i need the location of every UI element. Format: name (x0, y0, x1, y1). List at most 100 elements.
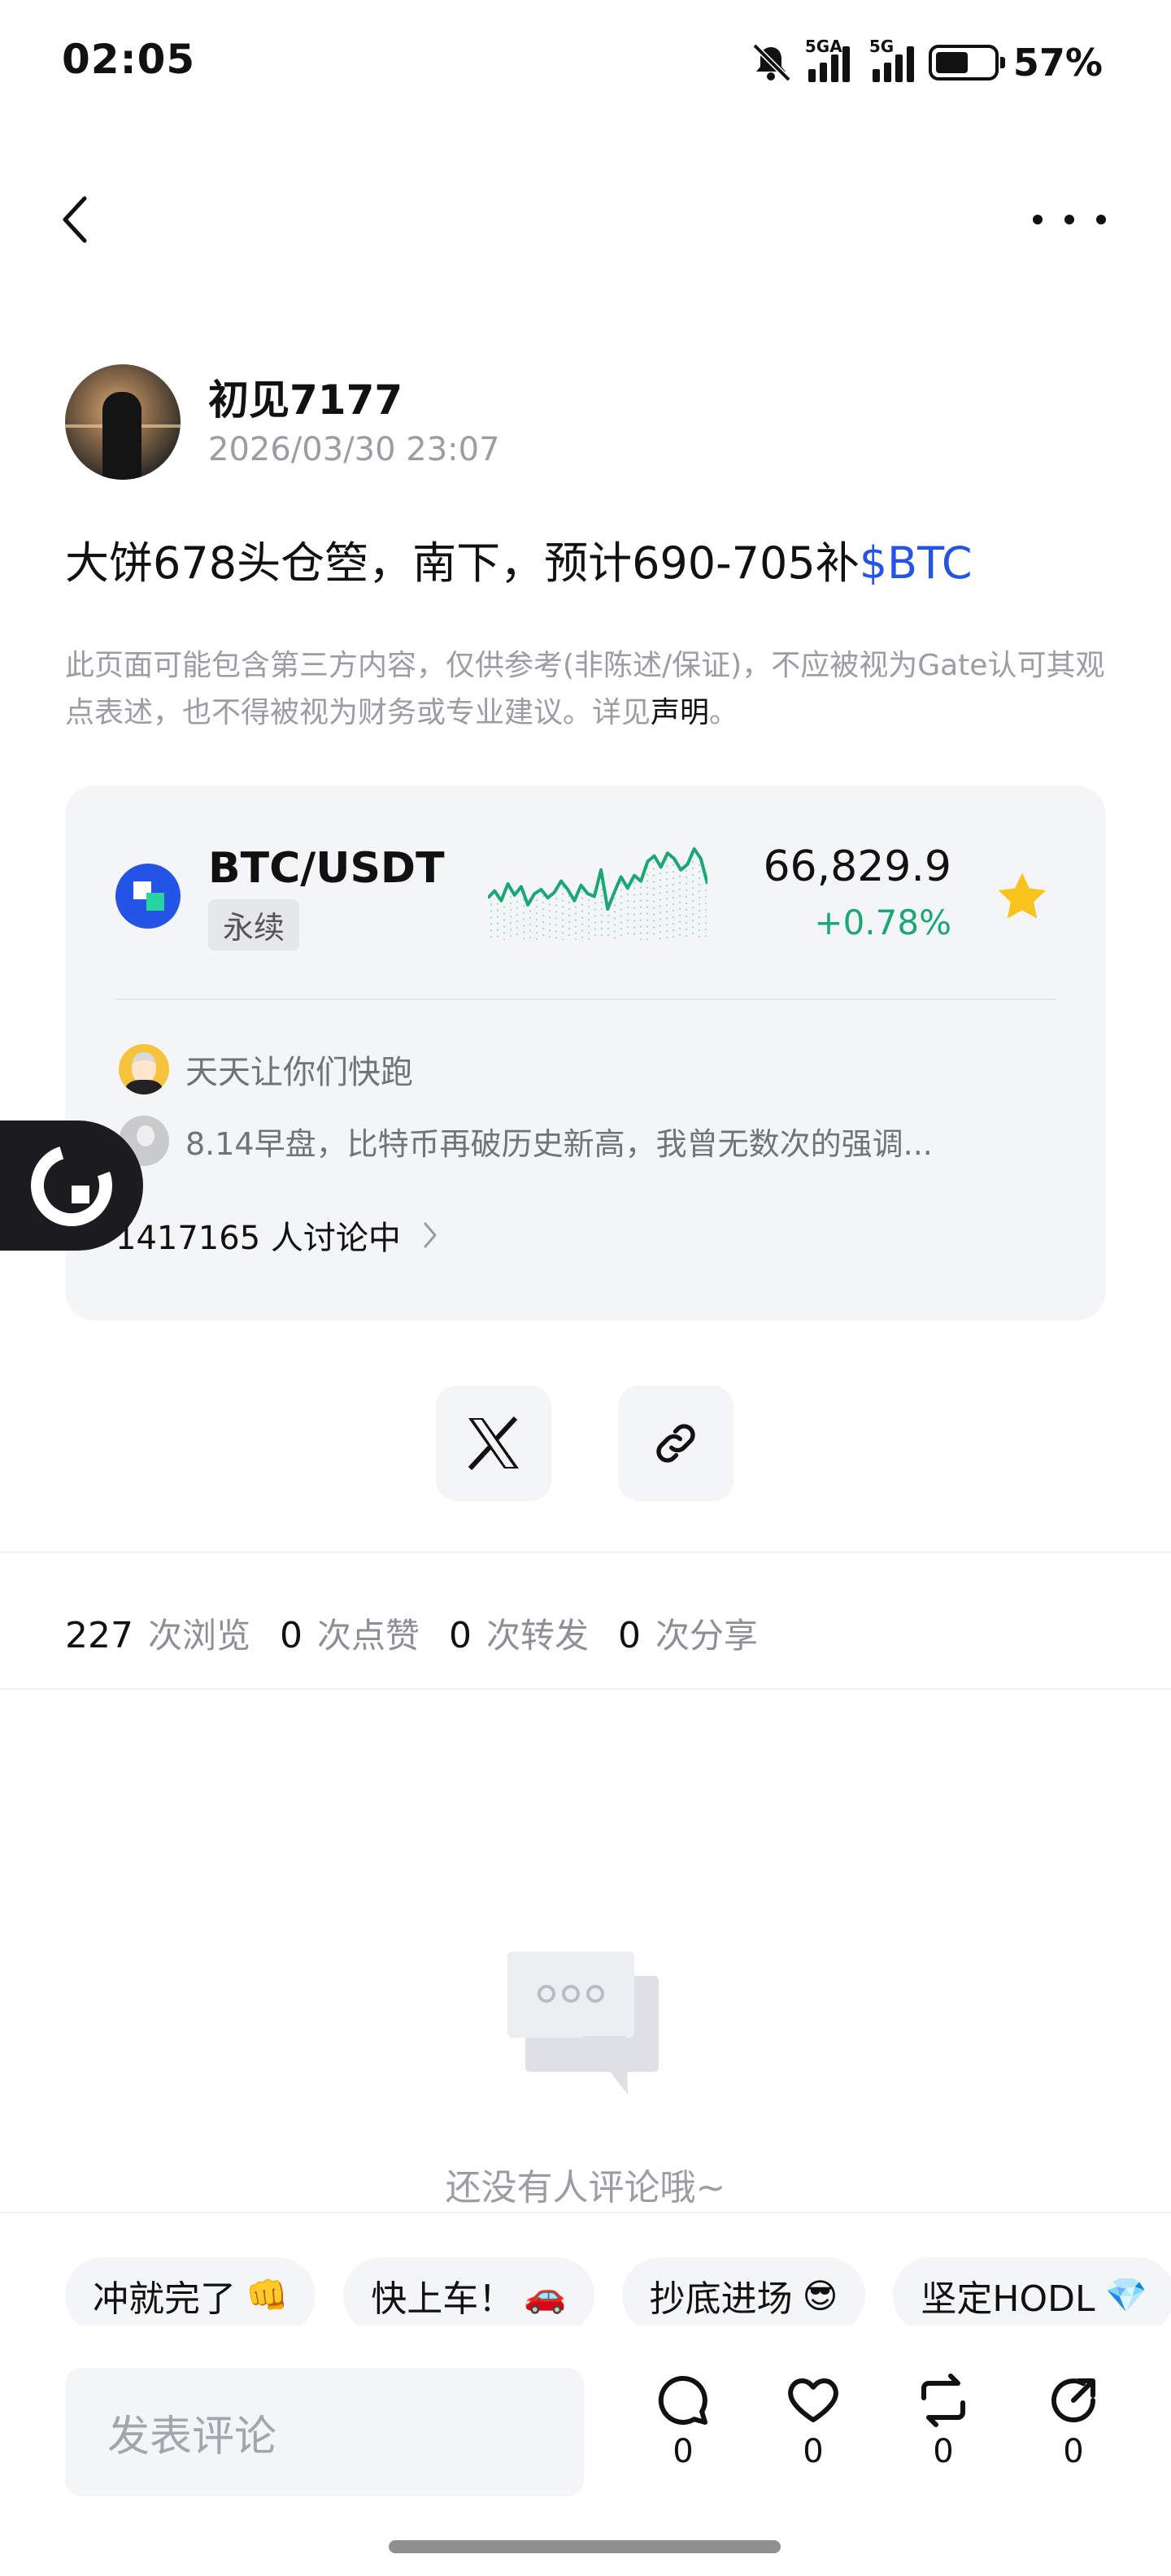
views-label: 次浏览 (147, 1616, 250, 1656)
sparkline-area-dot (698, 877, 701, 880)
repost-button[interactable]: 0 (903, 2371, 984, 2470)
sparkline-area-dot (672, 929, 675, 932)
disclaimer-link[interactable]: 声明 (651, 696, 709, 729)
sparkline-area-dot (503, 906, 506, 908)
sparkline-area-dot (568, 920, 571, 924)
market-card[interactable]: BTC/USDT 永续 66,829.9 +0.78% 天天让你们快跑 8.14… (65, 785, 1106, 1321)
sparkline-area-dot (639, 906, 642, 908)
signal-tag: 5GA (804, 37, 842, 56)
quick-reply-chip[interactable]: 抄底进场 😎 (621, 2257, 866, 2326)
sparkline-area-dot (613, 930, 616, 933)
more-options-button[interactable] (1033, 203, 1106, 236)
star-icon[interactable] (992, 867, 1052, 927)
status-time: 02:05 (62, 36, 196, 83)
sparkline-area-dot (555, 930, 558, 933)
sparkline-area-dot (535, 925, 538, 928)
sparkline-area-dot (652, 913, 655, 916)
sparkline-area-dot (509, 908, 512, 912)
sparkline-area-dot (678, 914, 681, 917)
chip-emoji: 💎 (1104, 2275, 1147, 2315)
share-x-button[interactable] (436, 1386, 551, 1501)
back-button[interactable] (59, 187, 107, 252)
discussing-count: 1417165 人讨论中 (115, 1220, 401, 1257)
likes-count: 0 (280, 1615, 303, 1656)
sparkline-area-dot (691, 867, 694, 870)
sparkline-area-dot (698, 883, 701, 886)
sparkline-area-dot (685, 915, 688, 918)
quick-reply-chip[interactable]: 坚定HODL 💎 (893, 2257, 1171, 2326)
sparkline-area-dot (672, 909, 675, 912)
sparkline-area-dot (548, 910, 551, 912)
ticker-link[interactable]: $BTC (860, 537, 973, 589)
sparkline-area-dot (503, 932, 506, 934)
sparkline-area-dot (496, 916, 499, 918)
sparkline-area-dot (535, 905, 538, 908)
sparkline-area-dot (691, 925, 694, 929)
comment-icon (658, 2375, 707, 2425)
sparkline-area-dot (639, 938, 642, 940)
sparkline-area-dot (633, 907, 636, 909)
discussion-item[interactable]: 8.14早盘，比特币再破历史新高，我曾无数次的强调... (119, 1116, 933, 1166)
comment-button[interactable]: 0 (642, 2371, 724, 2470)
sparkline-area-dot (542, 901, 545, 904)
more-dots-icon (1033, 215, 1043, 224)
discussing-count-link[interactable]: 1417165 人讨论中 (115, 1212, 438, 1259)
chip-emoji: 😎 (802, 2275, 838, 2316)
author-avatar[interactable] (65, 364, 181, 480)
sparkline-area-dot (626, 893, 629, 896)
sparkline-area-dot (529, 916, 532, 920)
sparkline-area-dot (490, 936, 493, 938)
sparkline-area-dot (685, 902, 688, 905)
sparkline-area-dot (672, 870, 675, 873)
chip-emoji: 👊 (246, 2275, 289, 2315)
home-indicator (389, 2540, 781, 2553)
sparkline-area-dot (555, 917, 558, 920)
sparkline-area-dot (685, 921, 688, 925)
sparkline-area-dot (529, 929, 532, 933)
sparkline-area-dot (698, 929, 701, 932)
quick-reply-chip[interactable]: 快上车！ 🚗 (343, 2257, 594, 2326)
sparkline-area-dot (652, 920, 655, 922)
sparkline-area-dot (652, 933, 655, 935)
like-button[interactable]: 0 (773, 2371, 854, 2470)
comment-input[interactable]: 发表评论 (65, 2368, 584, 2496)
post-timestamp: 2026/03/30 23:07 (208, 431, 500, 468)
sparkline-area-dot (555, 911, 558, 913)
sparkline-area-dot (503, 912, 506, 915)
sparkline-area-dot (691, 919, 694, 922)
floating-gate-widget[interactable] (0, 1120, 143, 1251)
sparkline-area-dot (626, 906, 629, 909)
author-name[interactable]: 初见7177 (208, 368, 403, 426)
sparkline-area-dot (678, 875, 681, 878)
sparkline-area-dot (665, 897, 668, 900)
sparkline-area-dot (659, 931, 662, 933)
sparkline-area-dot (496, 935, 499, 938)
sparkline-area-dot (555, 937, 558, 939)
copy-link-button[interactable] (618, 1386, 734, 1501)
sparkline-area-dot (665, 871, 668, 874)
likes-label: 次点赞 (317, 1616, 420, 1656)
discussion-item[interactable]: 天天让你们快跑 (119, 1044, 413, 1094)
sparkline-area-dot (672, 922, 675, 925)
sparkline-area-dot (704, 928, 707, 931)
sparkline-area-dot (587, 918, 590, 921)
quick-reply-chip[interactable]: 冲就完了 👊 (65, 2257, 316, 2326)
sparkline-area-dot (607, 927, 610, 930)
sparkline-area-dot (704, 902, 707, 905)
heart-icon (788, 2378, 838, 2422)
sparkline-area-dot (691, 899, 694, 903)
sparkline-area-dot (678, 881, 681, 885)
sparkline-area-dot (698, 909, 701, 912)
share-button[interactable]: 0 (1033, 2371, 1114, 2470)
sparkline-area-dot (620, 921, 623, 924)
sparkline-area-dot (665, 864, 668, 868)
sparkline-area-dot (633, 894, 636, 896)
sparkline-area-dot (594, 915, 597, 917)
sparkline-area-dot (665, 877, 668, 881)
divider (0, 1551, 1171, 1553)
sparkline-area-dot (574, 938, 577, 940)
sparkline-area-dot (659, 905, 662, 907)
sparkline-area-dot (600, 888, 603, 891)
sparkline-area-dot (574, 919, 577, 921)
sparkline-area-dot (665, 929, 668, 933)
